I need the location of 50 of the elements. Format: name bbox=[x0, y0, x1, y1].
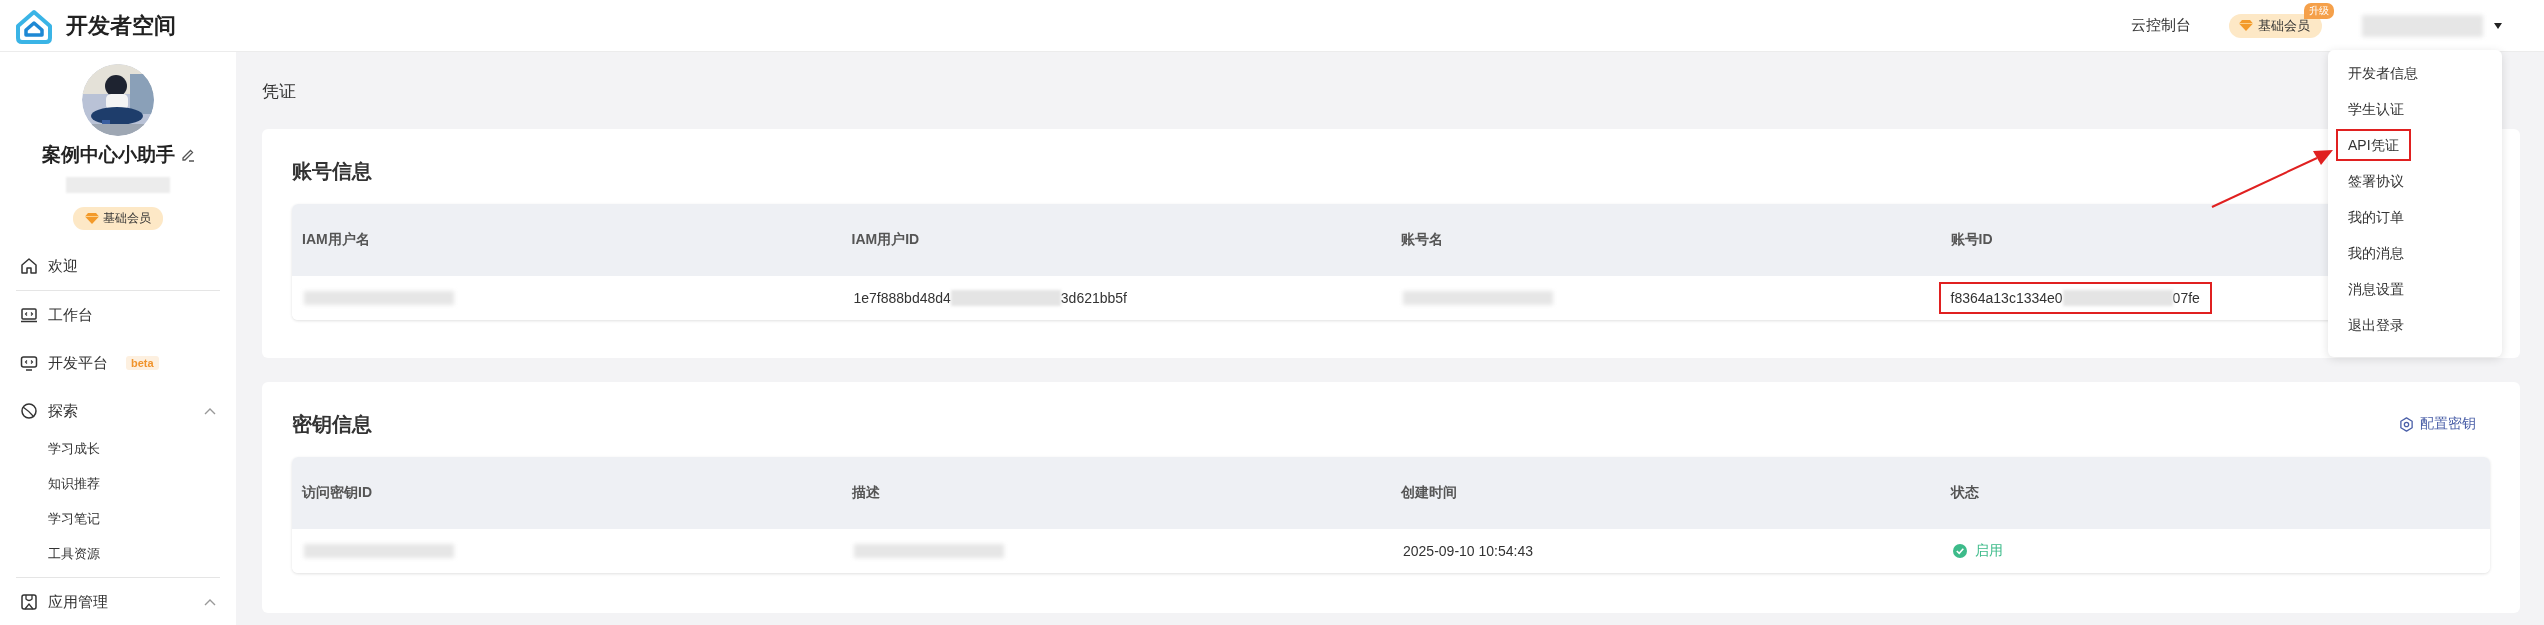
column-header: 创建时间 bbox=[1400, 484, 1458, 502]
app-title: 开发者空间 bbox=[66, 11, 176, 40]
column-header: 访问密钥ID bbox=[300, 484, 373, 502]
menu-item[interactable]: 开发者信息 bbox=[2336, 57, 2430, 89]
menu-item[interactable]: 签署协议 bbox=[2336, 165, 2416, 197]
bag-icon bbox=[20, 593, 38, 611]
logo-icon bbox=[14, 7, 54, 44]
section-title: 账号信息 bbox=[292, 158, 372, 184]
column-header: 状态 bbox=[1949, 484, 1980, 502]
column-header: IAM用户ID bbox=[850, 231, 921, 249]
chevron-icon[interactable] bbox=[204, 407, 216, 415]
console-link[interactable]: 云控制台 bbox=[2131, 16, 2191, 35]
sidebar-subitem[interactable]: 工具资源 bbox=[0, 536, 236, 571]
menu-item[interactable]: 我的消息 bbox=[2336, 237, 2416, 269]
sidebar-item[interactable]: 应用管理 bbox=[0, 578, 236, 625]
settings-icon bbox=[2399, 416, 2414, 432]
user-name: 案例中心小助手 bbox=[41, 143, 175, 167]
home-icon bbox=[20, 257, 38, 275]
column-header: IAM用户名 bbox=[301, 231, 371, 249]
diamond-icon bbox=[85, 213, 99, 224]
column-header: 账号ID bbox=[1949, 231, 1994, 249]
beta-badge: beta bbox=[126, 356, 159, 370]
masked-id: 1e7f888bd48d4 3d621bb5f bbox=[852, 289, 1128, 308]
sidebar-item[interactable]: 欢迎 bbox=[0, 242, 236, 290]
section-title: 密钥信息 bbox=[292, 411, 372, 437]
chevron-icon[interactable] bbox=[204, 598, 216, 606]
sidebar-item[interactable]: 工作台 bbox=[0, 291, 236, 339]
caret-icon[interactable] bbox=[2493, 21, 2503, 30]
sidebar-subitem[interactable]: 知识推荐 bbox=[0, 466, 236, 501]
menu-item[interactable]: 退出登录 bbox=[2336, 309, 2416, 341]
column-header: 描述 bbox=[850, 484, 881, 502]
sidebar-item[interactable]: 开发平台 beta bbox=[0, 339, 236, 387]
page-title: 凭证 bbox=[262, 81, 297, 103]
status-label: 启用 bbox=[1950, 534, 2005, 568]
menu-item[interactable]: API凭证 bbox=[2336, 129, 2411, 161]
column-header: 账号名 bbox=[1400, 231, 1444, 249]
pencil-icon[interactable] bbox=[180, 148, 195, 162]
sidebar-subitem[interactable]: 学习笔记 bbox=[0, 501, 236, 536]
menu-item[interactable]: 消息设置 bbox=[2336, 273, 2416, 305]
menu-item[interactable]: 我的订单 bbox=[2336, 201, 2416, 233]
masked-id: f8364a13c1334e0 07fe bbox=[1938, 282, 2212, 314]
configure-keys-link[interactable]: 配置密钥 bbox=[2399, 415, 2476, 433]
upgrade-tag: 升级 bbox=[2304, 2, 2334, 19]
table-cell-text: 2025-09-10 10:54:43 bbox=[1402, 542, 1534, 561]
monitor-code-icon bbox=[20, 354, 38, 372]
laptop-code-icon bbox=[20, 306, 38, 324]
diamond-icon bbox=[2239, 20, 2253, 31]
membership-badge: 基础会员 bbox=[73, 207, 163, 230]
check-circle-icon bbox=[1952, 544, 1967, 558]
menu-item[interactable]: 学生认证 bbox=[2336, 93, 2416, 125]
